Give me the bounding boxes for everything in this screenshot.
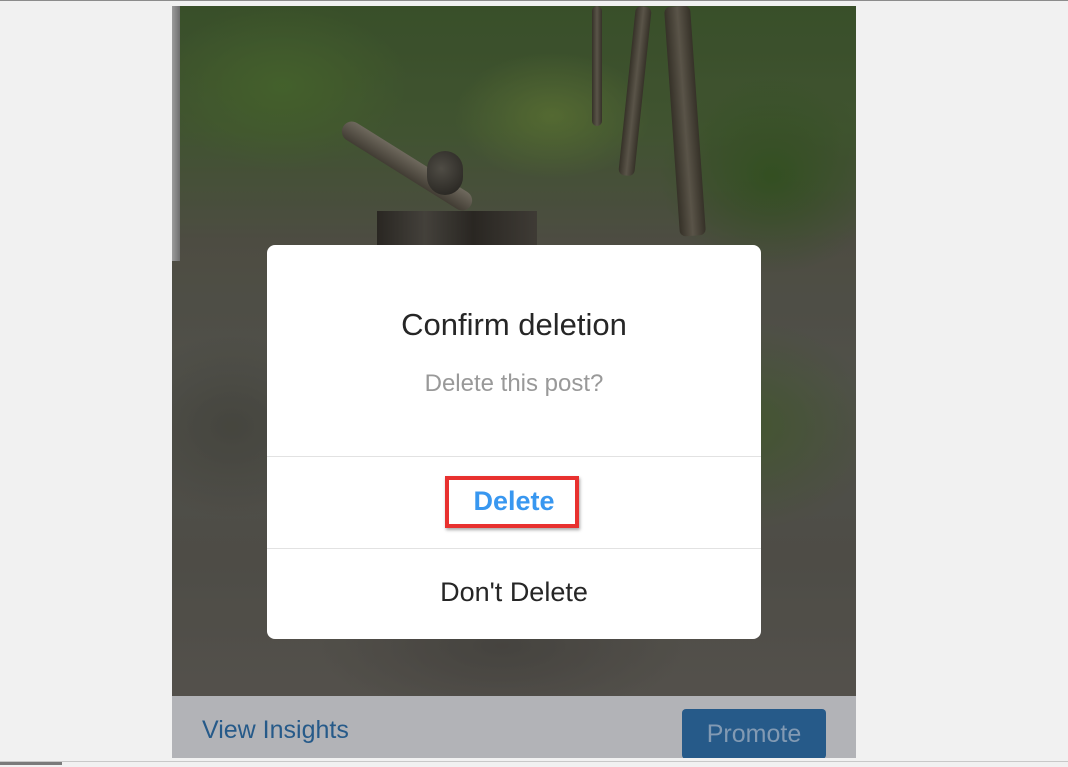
dont-delete-button-label: Don't Delete — [440, 577, 588, 607]
page-bottom-rule — [0, 761, 1068, 762]
delete-button-label: Delete — [473, 486, 555, 516]
dialog-message: Delete this post? — [424, 370, 604, 397]
delete-button[interactable]: Delete — [267, 457, 761, 548]
screenshot-canvas: View Insights Promote Confirm deletion D… — [0, 0, 1068, 767]
confirm-deletion-dialog: Confirm deletion Delete this post? Delet… — [267, 245, 761, 639]
post-action-bar: View Insights Promote — [172, 696, 856, 758]
dialog-title: Confirm deletion — [401, 307, 627, 342]
scrollbar-thumb[interactable] — [0, 762, 62, 765]
dont-delete-button[interactable]: Don't Delete — [267, 549, 761, 639]
